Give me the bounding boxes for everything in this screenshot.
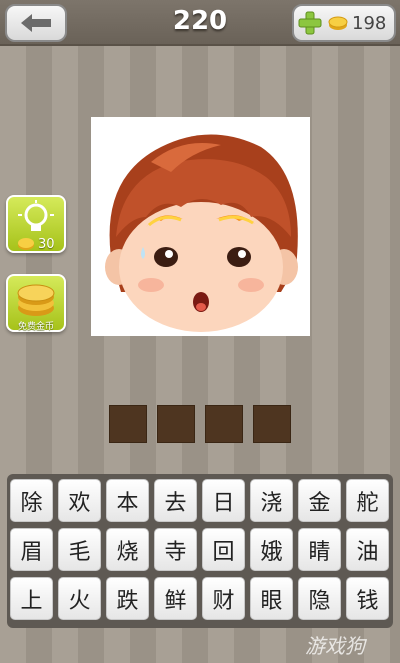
hint-cost: 30 — [38, 237, 55, 252]
coin-panel: 198 — [292, 4, 396, 42]
character-key[interactable]: 眼 — [250, 577, 293, 620]
character-key[interactable]: 睛 — [298, 528, 341, 571]
coin-count: 198 — [352, 13, 387, 34]
plus-icon — [298, 11, 322, 35]
character-key[interactable]: 金 — [298, 479, 341, 522]
character-key[interactable]: 寺 — [154, 528, 197, 571]
character-key[interactable]: 除 — [10, 479, 53, 522]
hint-button[interactable]: 30 — [6, 195, 66, 253]
character-key[interactable]: 舵 — [346, 479, 389, 522]
character-key[interactable]: 眉 — [10, 528, 53, 571]
free-coins-label: 免费金币 — [17, 322, 54, 332]
character-key[interactable]: 鲜 — [154, 577, 197, 620]
character-keyboard: 除欢本去日浇金舵眉毛烧寺回娥睛油上火跌鲜财眼隐钱 — [7, 474, 393, 628]
character-key[interactable]: 娥 — [250, 528, 293, 571]
character-key[interactable]: 隐 — [298, 577, 341, 620]
answer-slot[interactable] — [253, 405, 291, 443]
character-key[interactable]: 钱 — [346, 577, 389, 620]
back-arrow-icon — [21, 14, 51, 32]
character-key[interactable]: 火 — [58, 577, 101, 620]
puzzle-picture — [91, 117, 310, 336]
answer-slot[interactable] — [205, 405, 243, 443]
level-number: 220 — [172, 6, 228, 36]
boy-face-illustration — [105, 134, 298, 332]
character-key[interactable]: 烧 — [106, 528, 149, 571]
character-key[interactable]: 跌 — [106, 577, 149, 620]
character-key[interactable]: 上 — [10, 577, 53, 620]
character-key[interactable]: 浇 — [250, 479, 293, 522]
character-key[interactable]: 日 — [202, 479, 245, 522]
character-key[interactable]: 欢 — [58, 479, 101, 522]
add-coins-button[interactable] — [297, 10, 323, 36]
answer-slot[interactable] — [157, 405, 195, 443]
coin-icon — [18, 238, 34, 250]
top-bar: 220 198 — [0, 0, 400, 46]
character-key[interactable]: 本 — [106, 479, 149, 522]
character-key[interactable]: 财 — [202, 577, 245, 620]
coin-icon — [328, 16, 348, 30]
character-key[interactable]: 去 — [154, 479, 197, 522]
answer-slot[interactable] — [109, 405, 147, 443]
lightbulb-icon — [18, 200, 54, 231]
watermark: 游戏狗 — [305, 634, 365, 658]
back-button[interactable] — [5, 4, 67, 42]
character-key[interactable]: 回 — [202, 528, 245, 571]
free-coins-button[interactable]: 免费金币 — [6, 274, 66, 332]
character-key[interactable]: 毛 — [58, 528, 101, 571]
coin-stack-icon — [17, 284, 55, 316]
character-key[interactable]: 油 — [346, 528, 389, 571]
